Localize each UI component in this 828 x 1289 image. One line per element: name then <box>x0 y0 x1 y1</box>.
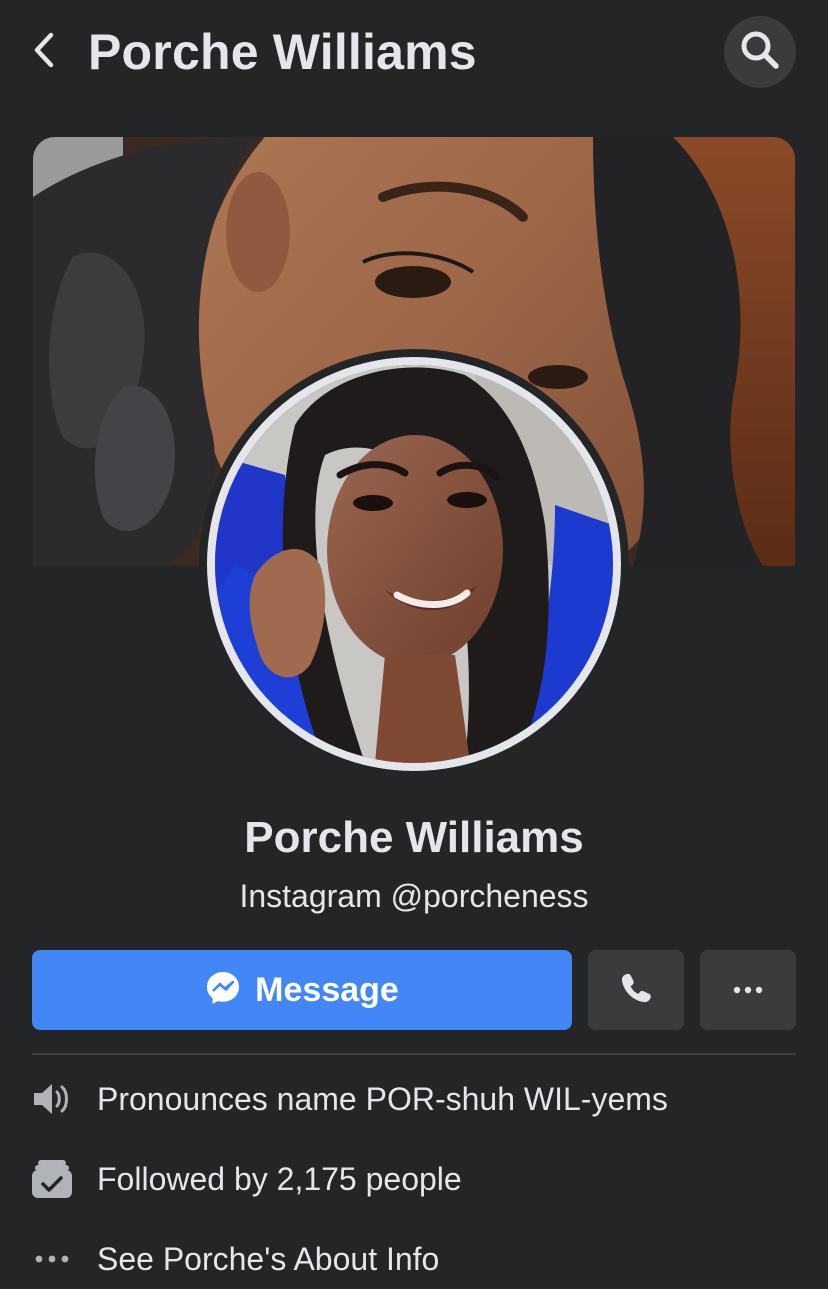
followers-icon <box>30 1157 74 1201</box>
more-dots-icon <box>733 981 763 999</box>
speaker-icon <box>30 1077 74 1121</box>
search-button[interactable] <box>724 16 796 88</box>
divider <box>32 1053 796 1055</box>
about-info-row[interactable]: See Porche's About Info <box>30 1234 798 1284</box>
messenger-icon <box>205 970 241 1011</box>
top-bar: Porche Williams <box>0 0 828 108</box>
phone-icon <box>619 971 653 1010</box>
search-icon <box>739 29 781 76</box>
profile-subtitle: Instagram @porcheness <box>239 878 589 914</box>
about-info-link[interactable]: See Porche's About Info <box>97 1241 439 1278</box>
page-title: Porche Williams <box>88 24 477 80</box>
call-button[interactable] <box>588 950 684 1030</box>
more-options-button[interactable] <box>700 950 796 1030</box>
back-button[interactable] <box>26 30 62 74</box>
pronunciation-row[interactable]: Pronounces name POR-shuh WIL-yems <box>30 1074 798 1124</box>
followers-text: Followed by 2,175 people <box>97 1160 462 1197</box>
profile-name: Porche Williams <box>244 813 584 862</box>
more-dots-icon <box>30 1237 74 1281</box>
message-button[interactable]: Message <box>32 950 572 1030</box>
avatar[interactable] <box>215 365 613 763</box>
message-label: Message <box>255 970 399 1009</box>
pronunciation-text: Pronounces name POR-shuh WIL-yems <box>97 1080 668 1117</box>
followers-row[interactable]: Followed by 2,175 people <box>30 1154 798 1204</box>
chevron-left-icon <box>33 32 55 73</box>
